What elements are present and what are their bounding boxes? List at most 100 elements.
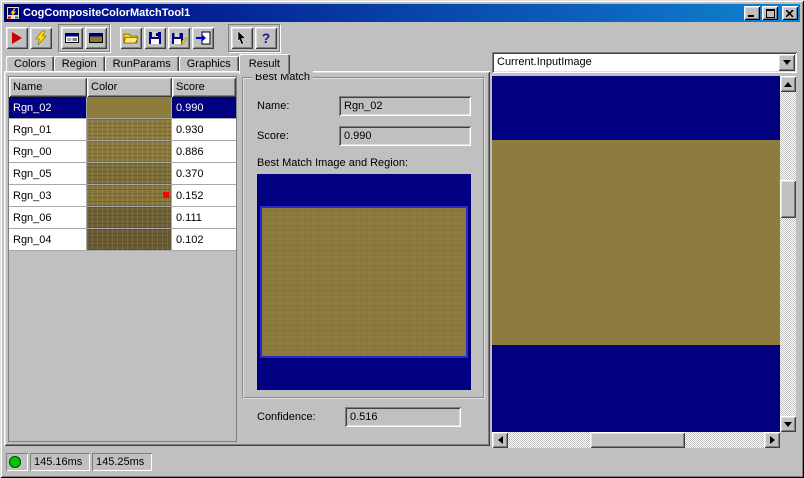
app-icon [6, 6, 20, 20]
row-name-cell: Rgn_02 [9, 97, 87, 119]
arrow-up-icon [784, 81, 792, 87]
maximize-icon [765, 8, 775, 18]
table-row[interactable]: Rgn_01 0.930 [9, 119, 236, 141]
arrow-right-icon [769, 436, 775, 444]
column-header-name[interactable]: Name [9, 77, 87, 97]
input-image-olive-region [492, 140, 780, 345]
horizontal-scrollbar[interactable] [492, 432, 780, 448]
tab-label: Graphics [186, 57, 231, 70]
image-source-value: Current.InputImage [497, 56, 592, 68]
row-score-cell: 0.886 [172, 141, 236, 163]
status-bar: 145.16ms 145.25ms [4, 450, 800, 474]
color-swatch [87, 207, 171, 228]
import-button[interactable] [192, 27, 214, 49]
table-row[interactable]: Rgn_02 0.990 [9, 97, 236, 119]
help-button[interactable]: ? [255, 27, 277, 49]
tab-runparams[interactable]: RunParams [104, 56, 179, 71]
row-name-cell: Rgn_05 [9, 163, 87, 185]
title-bar[interactable]: CogCompositeColorMatchTool1 [4, 4, 800, 22]
electric-run-button[interactable] [30, 27, 52, 49]
scroll-up-button[interactable] [780, 76, 796, 92]
run-time-panel: 145.16ms [30, 453, 90, 471]
total-time-panel: 145.25ms [92, 453, 152, 471]
row-color-cell [87, 185, 172, 207]
vertical-scroll-thumb[interactable] [780, 180, 796, 218]
best-match-group: Best Match Name: Rgn_02 Score: 0.990 Bes… [242, 71, 485, 399]
scroll-down-button[interactable] [780, 416, 796, 432]
input-image-display[interactable] [492, 76, 780, 432]
display-tool-group: ? [228, 24, 280, 52]
color-swatch [87, 229, 171, 250]
minimize-button[interactable] [744, 6, 760, 20]
chevron-down-icon [782, 60, 791, 65]
maximize-button[interactable] [762, 6, 778, 20]
row-name-cell: Rgn_01 [9, 119, 87, 141]
best-match-score-field[interactable]: 0.990 [339, 126, 471, 146]
row-name-cell: Rgn_03 [9, 185, 87, 207]
minimize-icon [748, 15, 754, 17]
show-current-record-button[interactable] [85, 27, 107, 49]
result-tab-page: Name Color Score Rgn_02 0.990 Rgn_01 0.9… [4, 71, 490, 446]
toolbar: ? [4, 24, 800, 52]
row-color-cell [87, 141, 172, 163]
folder-open-icon [123, 33, 139, 44]
run-button[interactable] [6, 27, 28, 49]
pointer-tool-button[interactable] [231, 27, 253, 49]
lightning-icon [35, 30, 47, 46]
table-row[interactable]: Rgn_06 0.111 [9, 207, 236, 229]
image-source-combo[interactable]: Current.InputImage [492, 52, 797, 73]
best-match-image-display[interactable] [257, 174, 471, 390]
open-button[interactable] [120, 27, 142, 49]
close-button[interactable] [782, 6, 798, 20]
best-match-name-field[interactable]: Rgn_02 [339, 96, 471, 116]
column-header-score[interactable]: Score [172, 77, 236, 97]
tab-label: Region [61, 57, 97, 70]
table-row[interactable]: Rgn_00 0.886 [9, 141, 236, 163]
row-score-cell: 0.102 [172, 229, 236, 251]
row-name-cell: Rgn_06 [9, 207, 87, 229]
scroll-left-button[interactable] [492, 432, 508, 448]
scroll-right-button[interactable] [764, 432, 780, 448]
current-record-display-icon [89, 33, 103, 43]
floppy-icon [149, 32, 161, 44]
confidence-field[interactable]: 0.516 [345, 407, 461, 427]
combo-dropdown-button[interactable] [778, 54, 795, 71]
color-swatch [87, 141, 171, 162]
row-color-cell [87, 229, 172, 251]
tab-region[interactable]: Region [53, 56, 105, 71]
save-button[interactable] [144, 27, 166, 49]
vertical-scrollbar[interactable] [780, 76, 796, 432]
close-icon [786, 9, 794, 17]
tab-colors[interactable]: Colors [6, 56, 54, 71]
confidence-label: Confidence: [257, 411, 316, 423]
row-score-cell: 0.111 [172, 207, 236, 229]
row-color-cell [87, 207, 172, 229]
row-score-cell: 0.930 [172, 119, 236, 141]
row-score-cell: 0.370 [172, 163, 236, 185]
color-swatch [87, 185, 171, 206]
window-title: CogCompositeColorMatchTool1 [23, 7, 191, 19]
horizontal-scroll-thumb[interactable] [590, 432, 685, 448]
run-indicator-panel [6, 453, 28, 471]
pointer-icon [237, 30, 247, 45]
column-header-color[interactable]: Color [87, 77, 172, 97]
arrow-left-icon [497, 436, 503, 444]
tab-label: Colors [14, 57, 46, 70]
tab-graphics[interactable]: Graphics [178, 56, 239, 71]
help-icon: ? [261, 30, 271, 46]
save-as-button[interactable] [168, 27, 190, 49]
table-row[interactable]: Rgn_03 0.152 [9, 185, 236, 207]
run-status-light [9, 456, 21, 468]
record-display-group [58, 24, 110, 52]
tab-result[interactable]: Result [238, 54, 290, 74]
tool-window: CogCompositeColorMatchTool1 ? Colors Reg… [0, 0, 804, 478]
name-label: Name: [257, 100, 290, 112]
best-match-image-caption: Best Match Image and Region: [257, 157, 409, 169]
swatch-marker [163, 192, 169, 198]
results-table: Name Color Score Rgn_02 0.990 Rgn_01 0.9… [8, 76, 237, 442]
floppy-save-as-icon [172, 33, 187, 46]
table-row[interactable]: Rgn_04 0.102 [9, 229, 236, 251]
arrow-down-icon [784, 421, 792, 427]
table-row[interactable]: Rgn_05 0.370 [9, 163, 236, 185]
show-last-run-record-button[interactable] [61, 27, 83, 49]
